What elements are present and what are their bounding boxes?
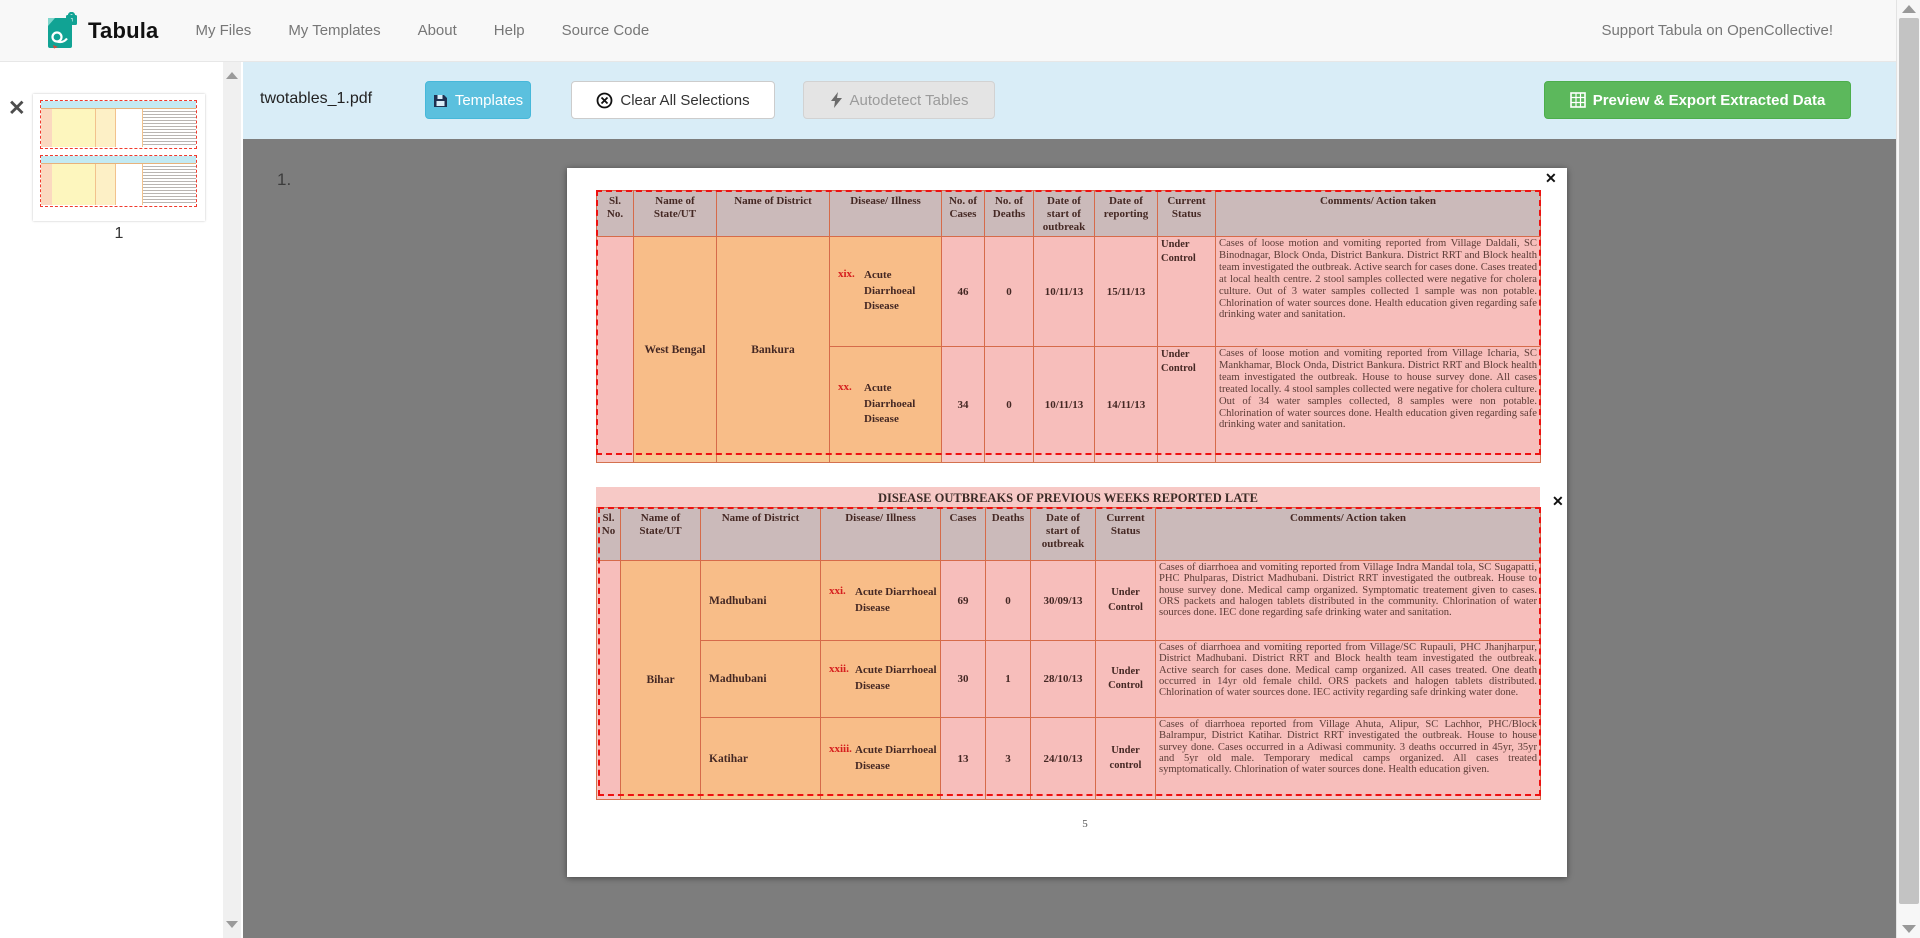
thumb-col	[74, 164, 96, 205]
tabula-logo-icon	[45, 12, 79, 50]
main-nav: My Files My Templates About Help Source …	[195, 22, 649, 39]
toolbar: twotables_1.pdf Templates	[243, 62, 1896, 139]
nav-source-code[interactable]: Source Code	[562, 22, 650, 39]
templates-button[interactable]: Templates	[425, 81, 531, 119]
thumb-col	[41, 109, 52, 147]
brand-title: Tabula	[88, 18, 158, 44]
clear-circle-x-icon	[596, 92, 613, 109]
table-2-title: DISEASE OUTBREAKS OF PREVIOUS WEEKS REPO…	[596, 487, 1540, 507]
thumb-col	[41, 164, 52, 205]
top-navbar: Tabula My Files My Templates About Help …	[0, 0, 1896, 62]
thumbnail-table-header	[41, 101, 196, 109]
thumb-col	[115, 164, 141, 205]
export-button-label: Preview & Export Extracted Data	[1593, 92, 1826, 109]
scroll-up-icon[interactable]	[226, 72, 238, 79]
nav-my-templates[interactable]: My Templates	[288, 22, 380, 39]
scrollbar-thumb[interactable]	[1899, 18, 1919, 904]
clear-button-label: Clear All Selections	[620, 92, 749, 109]
table-selection-1[interactable]	[596, 190, 1541, 455]
scroll-down-icon[interactable]	[226, 921, 238, 928]
thumbnail-table-body	[41, 164, 196, 205]
thumb-col	[52, 164, 74, 205]
preview-export-button[interactable]: Preview & Export Extracted Data	[1544, 81, 1851, 119]
thumb-col	[95, 109, 115, 147]
brand[interactable]: Tabula	[45, 12, 158, 50]
templates-button-label: Templates	[455, 92, 523, 109]
document-canvas: 1. Sl. No. Name of State/UT Name of Dist…	[243, 139, 1896, 938]
delete-page-button[interactable]: ✕	[8, 98, 26, 119]
selection-1-close-icon[interactable]: ✕	[1545, 171, 1557, 185]
page-1-label: 1	[33, 225, 205, 243]
selection-2-close-icon[interactable]: ✕	[1552, 494, 1564, 508]
lightning-bolt-icon	[830, 92, 843, 108]
thumb-text-lines	[142, 164, 196, 205]
page-thumbnails-sidebar: ✕	[0, 62, 242, 938]
autodetect-button-label: Autodetect Tables	[850, 92, 969, 109]
thumb-text-lines	[142, 109, 196, 147]
scroll-up-icon[interactable]	[1902, 5, 1916, 13]
main-content: twotables_1.pdf Templates	[243, 62, 1896, 938]
thumb-col	[74, 109, 96, 147]
thumbnail-table-header	[41, 156, 196, 164]
thumbnail-selection-2	[40, 155, 197, 207]
scroll-down-icon[interactable]	[1902, 925, 1916, 933]
tabula-app-window: Tabula My Files My Templates About Help …	[0, 0, 1920, 938]
thumbnail-selection-1	[40, 100, 197, 149]
sidebar-scrollbar[interactable]	[223, 62, 241, 938]
pdf-page-number: 5	[1065, 818, 1105, 830]
templates-icon	[433, 93, 448, 108]
page-1-thumbnail[interactable]	[33, 94, 205, 221]
document-filename: twotables_1.pdf	[260, 90, 372, 108]
thumbnail-table-body	[41, 109, 196, 147]
thumb-col	[115, 109, 141, 147]
nav-help[interactable]: Help	[494, 22, 525, 39]
spreadsheet-icon	[1570, 92, 1586, 108]
thumb-col	[95, 164, 115, 205]
table-selection-2[interactable]	[598, 507, 1541, 796]
thumb-col	[52, 109, 74, 147]
nav-my-files[interactable]: My Files	[195, 22, 251, 39]
pdf-page-1[interactable]: Sl. No. Name of State/UT Name of Distric…	[567, 168, 1567, 877]
autodetect-tables-button[interactable]: Autodetect Tables	[803, 81, 995, 119]
support-link[interactable]: Support Tabula on OpenCollective!	[1601, 22, 1833, 39]
nav-about[interactable]: About	[418, 22, 457, 39]
window-scrollbar[interactable]	[1896, 0, 1920, 938]
clear-all-selections-button[interactable]: Clear All Selections	[571, 81, 775, 119]
page-marker: 1.	[277, 170, 291, 190]
